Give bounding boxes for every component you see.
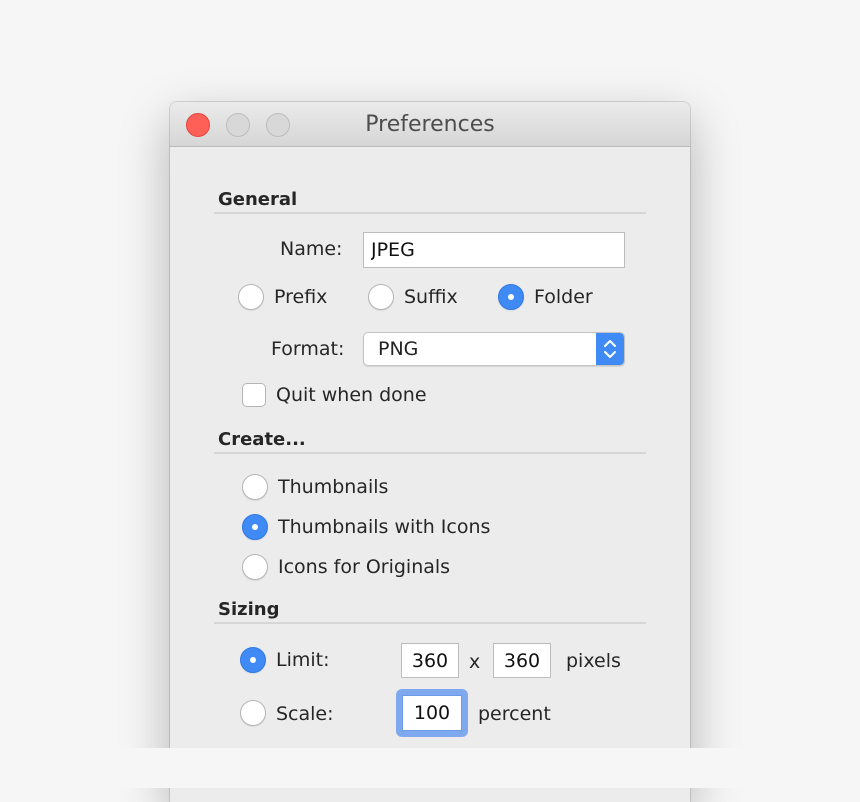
radio-limit[interactable]	[240, 647, 266, 673]
percent-label: percent	[478, 703, 551, 725]
radio-prefix[interactable]	[238, 284, 264, 310]
preferences-window: Preferences General Name: Prefix Suffix …	[170, 102, 690, 802]
quit-checkbox[interactable]	[242, 383, 266, 407]
scale-input[interactable]	[402, 695, 462, 731]
name-label: Name:	[280, 238, 343, 260]
format-value: PNG	[378, 338, 419, 360]
general-separator	[214, 212, 646, 214]
folder-label: Folder	[534, 286, 593, 308]
pixels-label: pixels	[566, 650, 621, 672]
scale-label: Scale:	[276, 703, 334, 725]
times-label: x	[469, 651, 481, 673]
radio-icons-for-originals[interactable]	[242, 554, 268, 580]
icons-for-originals-label: Icons for Originals	[278, 556, 451, 578]
sizing-heading: Sizing	[218, 599, 280, 620]
radio-thumbnails[interactable]	[242, 474, 268, 500]
background-clip	[0, 748, 860, 788]
general-heading: General	[218, 189, 298, 210]
thumbnails-label: Thumbnails	[278, 476, 389, 498]
radio-folder[interactable]	[498, 284, 524, 310]
limit-height-input[interactable]	[493, 643, 551, 678]
title-bar[interactable]: Preferences	[170, 102, 690, 147]
format-popup[interactable]: PNG	[363, 332, 625, 366]
sizing-separator	[214, 622, 646, 624]
limit-label: Limit:	[276, 649, 330, 671]
format-label: Format:	[271, 338, 345, 360]
create-heading: Create...	[218, 429, 306, 450]
prefix-label: Prefix	[274, 286, 328, 308]
thumbnails-with-icons-label: Thumbnails with Icons	[278, 516, 491, 538]
suffix-label: Suffix	[404, 286, 458, 308]
create-separator	[214, 452, 646, 454]
radio-scale[interactable]	[240, 700, 266, 726]
radio-thumbnails-with-icons[interactable]	[242, 514, 268, 540]
quit-label: Quit when done	[276, 384, 427, 406]
chevron-up-down-icon	[596, 333, 624, 365]
radio-suffix[interactable]	[368, 284, 394, 310]
window-title: Preferences	[365, 112, 495, 137]
limit-width-input[interactable]	[401, 643, 459, 678]
name-input[interactable]	[363, 232, 625, 268]
